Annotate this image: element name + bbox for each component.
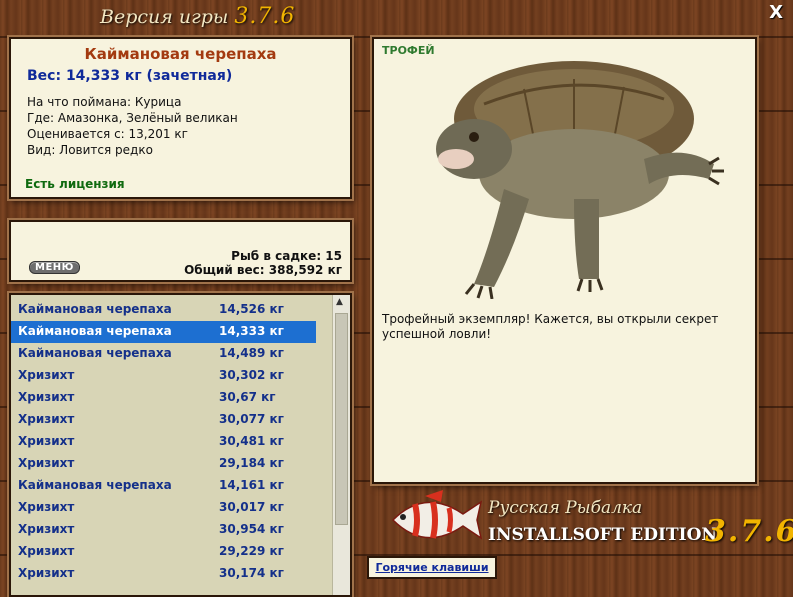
brand-edition: INSTALLSOFT EDITION	[488, 525, 717, 545]
list-item[interactable]: Каймановая черепаха 14,489 кг	[11, 343, 350, 365]
catch-info-panel: Каймановая черепаха Вес: 14,333 кг (заче…	[9, 37, 352, 199]
title-prefix: Версия игры	[100, 6, 229, 28]
list-item-weight: 30,174 кг	[219, 566, 284, 580]
list-item-weight: 29,184 кг	[219, 456, 284, 470]
keepnet-counts: Рыб в садке: 15 Общий вес: 388,592 кг	[184, 249, 342, 277]
list-item-name: Хризихт	[18, 522, 75, 536]
list-item[interactable]: Каймановая черепаха 14,161 кг	[11, 475, 350, 497]
list-item[interactable]: Хризихт 30,481 кг	[11, 431, 350, 453]
list-item-name: Каймановая черепаха	[18, 346, 172, 360]
catch-details: На что поймана: Курица Где: Амазонка, Зе…	[27, 94, 350, 158]
list-item-name: Хризихт	[18, 544, 75, 558]
list-item[interactable]: Хризихт 29,229 кг	[11, 541, 350, 563]
list-item-weight: 14,526 кг	[219, 302, 284, 316]
list-item[interactable]: Каймановая черепаха 14,526 кг	[11, 299, 350, 321]
list-item-name: Хризихт	[18, 434, 75, 448]
list-item-name: Хризихт	[18, 390, 75, 404]
list-item-name: Хризихт	[18, 566, 75, 580]
fish-logo-icon	[391, 490, 483, 540]
scrollbar-thumb[interactable]	[335, 313, 348, 525]
list-item[interactable]: Хризихт 29,184 кг	[11, 453, 350, 475]
location-info: Где: Амазонка, Зелёный великан	[27, 111, 238, 125]
fish-name: Каймановая черепаха	[84, 45, 277, 63]
list-item-name: Каймановая черепаха	[18, 478, 172, 492]
list-item-name: Хризихт	[18, 412, 75, 426]
list-item-name: Хризихт	[18, 456, 75, 470]
bait-info: На что поймана: Курица	[27, 95, 182, 109]
list-item-weight: 14,161 кг	[219, 478, 284, 492]
brand-game-name: Русская Рыбалка	[488, 498, 643, 518]
total-weight: Общий вес: 388,592 кг	[184, 263, 342, 277]
list-item-name: Хризихт	[18, 500, 75, 514]
turtle-image	[436, 61, 724, 299]
list-item[interactable]: Хризихт 30,174 кг	[11, 563, 350, 585]
window-title: Версия игры 3.7.6	[100, 4, 295, 29]
rarity-info: Вид: Ловится редко	[27, 143, 153, 157]
title-version: 3.7.6	[234, 4, 296, 29]
brand-logo: Русская Рыбалка INSTALLSOFT EDITION 3.7.…	[385, 490, 793, 550]
list-item-name: Хризихт	[18, 368, 75, 382]
keepnet-status-panel: МЕНЮ Рыб в садке: 15 Общий вес: 388,592 …	[9, 220, 352, 282]
list-item[interactable]: Хризихт 30,302 кг	[11, 365, 350, 387]
list-item-weight: 14,489 кг	[219, 346, 284, 360]
list-item-weight: 30,954 кг	[219, 522, 284, 536]
list-item-weight: 30,481 кг	[219, 434, 284, 448]
list-item-selected[interactable]: Каймановая черепаха 14,333 кг	[11, 321, 316, 343]
fish-list[interactable]: Каймановая черепаха 14,526 кг Каймановая …	[9, 293, 352, 597]
list-item-weight: 14,333 кг	[219, 324, 284, 338]
list-item-weight: 30,67 кг	[219, 390, 276, 404]
list-item-weight: 29,229 кг	[219, 544, 284, 558]
list-item[interactable]: Хризихт 30,954 кг	[11, 519, 350, 541]
list-item-weight: 30,077 кг	[219, 412, 284, 426]
brand-version: 3.7.6	[705, 514, 793, 549]
valued-info: Оценивается с: 13,201 кг	[27, 127, 188, 141]
list-item-weight: 30,302 кг	[219, 368, 284, 382]
list-item-name: Каймановая черепаха	[18, 324, 172, 338]
license-status: Есть лицензия	[25, 177, 125, 191]
list-item[interactable]: Хризихт 30,077 кг	[11, 409, 350, 431]
trophy-message: Трофейный экземпляр! Кажется, вы открыли…	[382, 312, 719, 341]
trophy-panel: ТРОФЕЙ Трофейный экземпляр! Кажется, вы …	[372, 37, 757, 484]
list-scrollbar[interactable]: ▲	[332, 295, 350, 595]
fish-count: Рыб в садке: 15	[231, 249, 342, 263]
hotkeys-link[interactable]: Горячие клавиши	[367, 556, 497, 579]
list-item[interactable]: Хризихт 30,67 кг	[11, 387, 350, 409]
list-item-weight: 30,017 кг	[219, 500, 284, 514]
close-icon[interactable]: X	[769, 2, 783, 23]
list-item[interactable]: Хризихт 30,017 кг	[11, 497, 350, 519]
fish-weight: Вес: 14,333 кг (зачетная)	[27, 68, 233, 84]
scroll-up-arrow-icon[interactable]: ▲	[336, 297, 343, 307]
list-item-name: Каймановая черепаха	[18, 302, 172, 316]
menu-button[interactable]: МЕНЮ	[29, 261, 80, 274]
